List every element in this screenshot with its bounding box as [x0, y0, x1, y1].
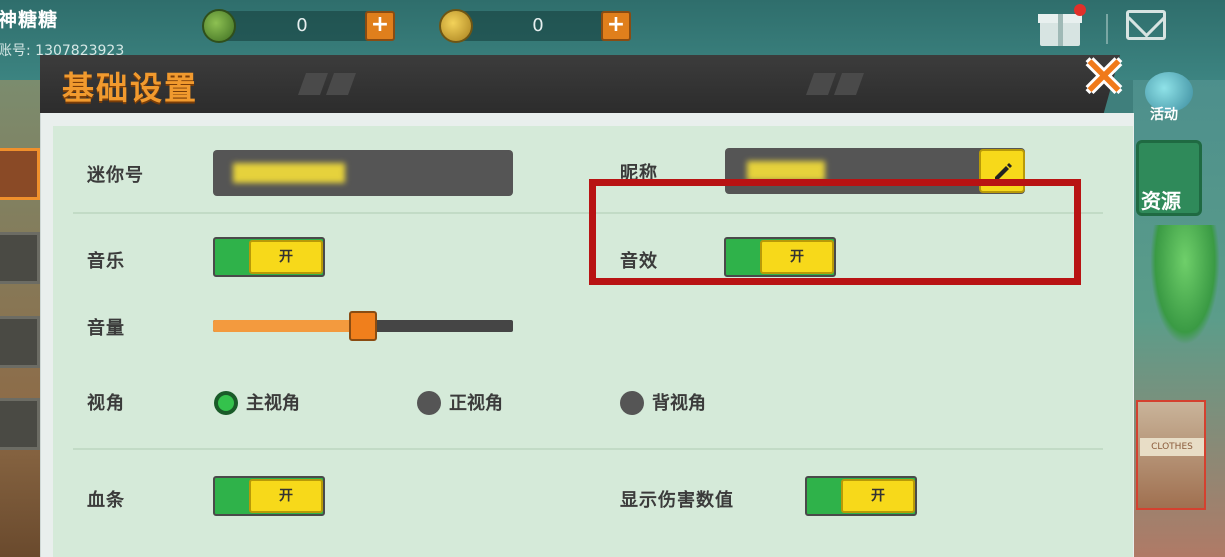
resource-label: 资源: [1141, 189, 1181, 213]
shop-sign: CLOTHES: [1140, 438, 1204, 456]
nickname-highlight-box: [589, 179, 1081, 285]
side-slot[interactable]: [0, 398, 40, 450]
user-name: 神糖糖: [0, 9, 59, 31]
resource-tab[interactable]: 资源: [1136, 140, 1202, 216]
music-toggle[interactable]: 开: [213, 237, 325, 277]
shop-thumbnail[interactable]: CLOTHES: [1136, 400, 1206, 510]
damage-numbers-label: 显示伤害数值: [620, 490, 734, 511]
gift-icon[interactable]: [1038, 4, 1086, 46]
view-label: 视角: [87, 393, 125, 414]
basic-settings-dialog: 基础设置 ✕ 迷你号 昵称 音乐 开 音效 开 音量 视角 主视角 正视角 背视…: [40, 50, 1140, 557]
dialog-frame: 迷你号 昵称 音乐 开 音效 开 音量 视角 主视角 正视角 背视角 血条 开 …: [40, 113, 1134, 557]
mail-icon[interactable]: [1126, 10, 1166, 40]
green-currency-value: 0: [296, 15, 308, 36]
view-option-first-person-radio[interactable]: [214, 391, 238, 415]
notification-dot: [1074, 4, 1086, 16]
health-bar-toggle-knob: 开: [249, 479, 323, 513]
header-stripe: [833, 73, 865, 95]
volume-slider-fill: [213, 320, 363, 332]
dialog-title: 基础设置: [62, 69, 199, 107]
view-option-back-label[interactable]: 背视角: [652, 389, 706, 415]
view-option-front-label[interactable]: 正视角: [449, 389, 503, 415]
health-bar-toggle[interactable]: 开: [213, 476, 325, 516]
volume-slider-handle[interactable]: [349, 311, 377, 341]
mini-id-value-obscured: [233, 163, 345, 183]
dialog-header: [40, 55, 1120, 113]
green-currency-icon: [202, 9, 236, 43]
damage-numbers-toggle-knob: 开: [841, 479, 915, 513]
header-stripe: [297, 73, 329, 95]
volume-slider[interactable]: [213, 311, 513, 341]
add-gold-currency-button[interactable]: +: [601, 11, 631, 41]
add-green-currency-button[interactable]: +: [365, 11, 395, 41]
volume-label: 音量: [87, 318, 125, 339]
header-stripe: [805, 73, 837, 95]
side-slot-selected[interactable]: [0, 148, 40, 200]
music-label: 音乐: [87, 251, 125, 272]
music-toggle-knob: 开: [249, 240, 323, 274]
view-option-front-radio[interactable]: [417, 391, 441, 415]
activity-label: 活动: [1150, 107, 1178, 123]
hud-divider: [1106, 14, 1108, 44]
mini-id-field: [213, 150, 513, 196]
mini-id-label: 迷你号: [87, 165, 144, 186]
health-bar-label: 血条: [87, 490, 125, 511]
close-button[interactable]: ✕: [1078, 50, 1130, 106]
side-slot[interactable]: [0, 232, 40, 284]
row-divider: [73, 448, 1103, 450]
clover-decoration: [1150, 225, 1220, 345]
view-option-back-radio[interactable]: [620, 391, 644, 415]
gold-currency-icon: [439, 9, 473, 43]
header-stripe: [325, 73, 357, 95]
view-option-first-person-label[interactable]: 主视角: [246, 389, 300, 415]
side-slot[interactable]: [0, 316, 40, 368]
damage-numbers-toggle[interactable]: 开: [805, 476, 917, 516]
nickname-value-obscured: [747, 161, 825, 181]
gift-ribbon: [1058, 14, 1063, 46]
gold-currency-value: 0: [532, 15, 544, 36]
